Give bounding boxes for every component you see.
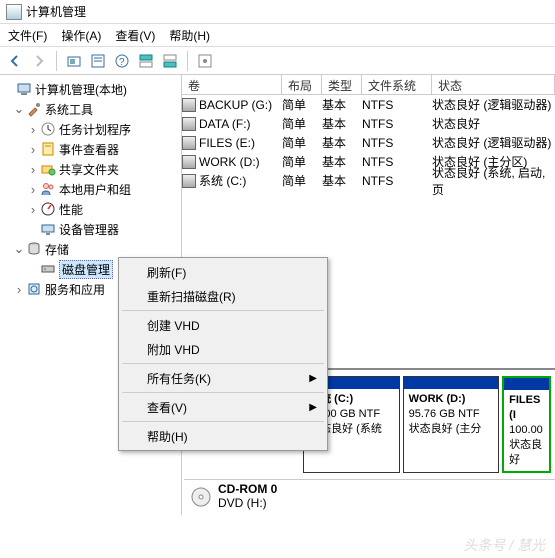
context-menu: 刷新(F) 重新扫描磁盘(R) 创建 VHD 附加 VHD 所有任务(K)▶ 查… — [118, 257, 328, 451]
app-icon — [6, 4, 22, 20]
tools-icon — [26, 101, 42, 117]
menu-refresh[interactable]: 刷新(F) — [121, 260, 325, 284]
expand-icon[interactable]: › — [12, 282, 26, 297]
expand-icon[interactable]: › — [26, 202, 40, 217]
scheduler-icon — [40, 121, 56, 137]
view-bottom-icon[interactable] — [161, 52, 179, 70]
col-layout[interactable]: 布局 — [282, 75, 322, 94]
expand-icon[interactable]: › — [26, 122, 40, 137]
menu-file[interactable]: 文件(F) — [8, 27, 47, 44]
col-type[interactable]: 类型 — [322, 75, 362, 94]
menu-rescan[interactable]: 重新扫描磁盘(R) — [121, 284, 325, 308]
cdrom-icon — [190, 486, 212, 511]
volume-icon — [182, 155, 196, 169]
chevron-right-icon: ▶ — [309, 373, 317, 384]
volume-icon — [182, 174, 196, 188]
expand-icon[interactable]: ⌄ — [12, 101, 26, 117]
col-status[interactable]: 状态 — [432, 75, 555, 94]
column-headers: 卷 布局 类型 文件系统 状态 — [182, 75, 555, 95]
tree-services[interactable]: 服务和应用 — [45, 281, 105, 298]
partition-tile[interactable]: WORK (D:)95.76 GB NTF状态良好 (主分 — [403, 376, 500, 473]
back-icon[interactable] — [6, 52, 24, 70]
menu-create-vhd[interactable]: 创建 VHD — [121, 313, 325, 337]
volume-list: BACKUP (G:)简单基本NTFS状态良好 (逻辑驱动器) DATA (F:… — [182, 95, 555, 190]
help-icon[interactable]: ? — [113, 52, 131, 70]
tree-performance[interactable]: 性能 — [59, 201, 83, 218]
volume-icon — [182, 98, 196, 112]
storage-icon — [26, 241, 42, 257]
computer-icon — [16, 81, 32, 97]
expand-icon[interactable]: › — [26, 182, 40, 197]
menu-help[interactable]: 帮助(H) — [169, 27, 210, 44]
forward-icon[interactable] — [30, 52, 48, 70]
settings-icon[interactable] — [196, 52, 214, 70]
services-icon — [26, 281, 42, 297]
toolbar: ? — [0, 47, 555, 75]
volume-icon — [182, 117, 196, 131]
tree-event-viewer[interactable]: 事件查看器 — [59, 141, 119, 158]
expand-icon[interactable]: ⌄ — [12, 241, 26, 257]
menu-bar: 文件(F) 操作(A) 查看(V) 帮助(H) — [0, 24, 555, 46]
expand-icon[interactable]: › — [26, 162, 40, 177]
perf-icon — [40, 201, 56, 217]
shared-icon — [40, 161, 56, 177]
table-row[interactable]: FILES (E:)简单基本NTFS状态良好 (逻辑驱动器) — [182, 133, 555, 152]
window-title: 计算机管理 — [26, 3, 86, 20]
menu-help[interactable]: 帮助(H) — [121, 424, 325, 448]
tree-root[interactable]: 计算机管理(本地) — [35, 81, 127, 98]
tree-shared-folders[interactable]: 共享文件夹 — [59, 161, 119, 178]
volume-icon — [182, 136, 196, 150]
disk-mgmt-icon — [40, 261, 56, 277]
menu-attach-vhd[interactable]: 附加 VHD — [121, 337, 325, 361]
tree-device-manager[interactable]: 设备管理器 — [59, 221, 119, 238]
view-top-icon[interactable] — [137, 52, 155, 70]
tree-disk-management[interactable]: 磁盘管理 — [59, 260, 113, 279]
tree-storage[interactable]: 存储 — [45, 241, 69, 258]
svg-text:?: ? — [119, 57, 125, 68]
menu-action[interactable]: 操作(A) — [61, 27, 101, 44]
table-row[interactable]: BACKUP (G:)简单基本NTFS状态良好 (逻辑驱动器) — [182, 95, 555, 114]
event-icon — [40, 141, 56, 157]
table-row[interactable]: 系统 (C:)简单基本NTFS状态良好 (系统, 启动, 页 — [182, 171, 555, 190]
table-row[interactable]: DATA (F:)简单基本NTFS状态良好 — [182, 114, 555, 133]
tree-local-users[interactable]: 本地用户和组 — [59, 181, 131, 198]
up-icon[interactable] — [65, 52, 83, 70]
users-icon — [40, 181, 56, 197]
menu-view[interactable]: 查看(V)▶ — [121, 395, 325, 419]
chevron-right-icon: ▶ — [309, 402, 317, 413]
col-fs[interactable]: 文件系统 — [362, 75, 432, 94]
partition-tile[interactable]: FILES (I100.00状态良好 — [502, 376, 551, 473]
col-volume[interactable]: 卷 — [182, 75, 282, 94]
watermark: 头条号 / 慧光 — [463, 535, 545, 555]
cdrom-row[interactable]: CD-ROM 0DVD (H:) — [184, 479, 555, 513]
menu-view[interactable]: 查看(V) — [115, 27, 155, 44]
tree-task-scheduler[interactable]: 任务计划程序 — [59, 121, 131, 138]
tree-system-tools[interactable]: 系统工具 — [45, 101, 93, 118]
menu-all-tasks[interactable]: 所有任务(K)▶ — [121, 366, 325, 390]
properties-icon[interactable] — [89, 52, 107, 70]
device-icon — [40, 221, 56, 237]
expand-icon[interactable]: › — [26, 142, 40, 157]
title-bar: 计算机管理 — [0, 0, 555, 24]
